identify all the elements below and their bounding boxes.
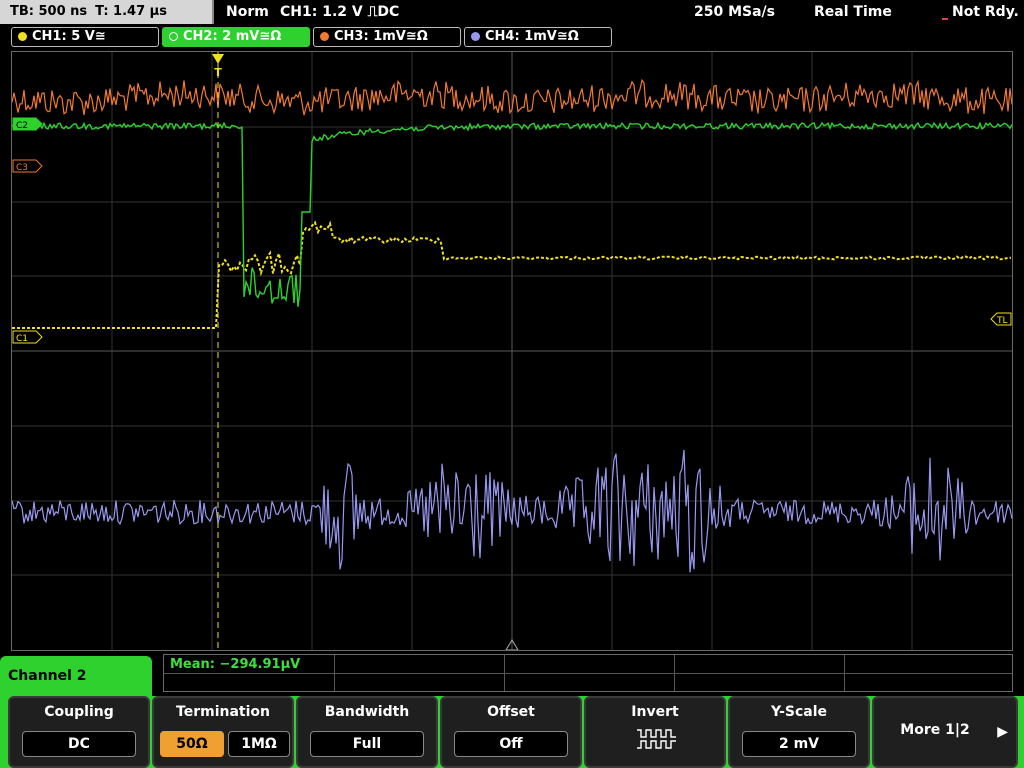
tab-ch3[interactable]: CH3: 1mV≅Ω bbox=[313, 27, 461, 47]
measurement-divider bbox=[504, 655, 505, 691]
waveform-svg: T C3 C2 C1 TL bbox=[12, 52, 1012, 650]
trigger-time-label: T: 1.47 µs bbox=[95, 4, 167, 19]
c2-marker[interactable]: C2 bbox=[12, 117, 43, 131]
yscale-title: Y-Scale bbox=[770, 704, 827, 720]
tab-ch2[interactable]: CH2: 2 mV≅Ω bbox=[162, 27, 310, 47]
status-bar: TB: 500 ns T: 1.47 µs Norm CH1: 1.2 V ⎍DC… bbox=[0, 0, 1024, 24]
measurement-divider bbox=[164, 673, 1012, 674]
ch2-color-icon bbox=[169, 32, 178, 41]
trigger-marker-icon[interactable]: T bbox=[212, 54, 224, 79]
sample-rate: 250 MSa/s bbox=[694, 4, 776, 20]
invert-title: Invert bbox=[631, 704, 679, 720]
tab-ch4[interactable]: CH4: 1mV≅Ω bbox=[464, 27, 612, 47]
waveform-display[interactable]: T C3 C2 C1 TL bbox=[11, 51, 1013, 651]
measurement-divider bbox=[334, 655, 335, 691]
invert-waveform-icon bbox=[637, 729, 676, 749]
termination-title: Termination bbox=[176, 704, 270, 720]
chevron-right-icon: ▶ bbox=[997, 724, 1008, 740]
c1-marker[interactable]: C1 bbox=[12, 330, 43, 344]
ch3-color-icon bbox=[320, 32, 329, 41]
termination-50ohm-button[interactable]: 50Ω bbox=[160, 731, 224, 757]
ch4-color-icon bbox=[471, 32, 480, 41]
c1-marker-label: C1 bbox=[16, 334, 28, 344]
bandwidth-title: Bandwidth bbox=[324, 704, 410, 720]
coupling-softkey[interactable]: Coupling DC bbox=[8, 696, 150, 768]
tl-marker[interactable]: TL bbox=[990, 312, 1012, 326]
yscale-value: 2 mV bbox=[742, 731, 856, 757]
termination-softkey[interactable]: Termination 50Ω 1MΩ bbox=[152, 696, 294, 768]
bandwidth-softkey[interactable]: Bandwidth Full bbox=[296, 696, 438, 768]
invert-softkey[interactable]: Invert bbox=[584, 696, 726, 768]
tab-ch2-label: CH2: 2 mV≅Ω bbox=[183, 29, 282, 44]
timebase-box[interactable]: TB: 500 ns T: 1.47 µs bbox=[0, 0, 214, 24]
ch1-color-icon bbox=[18, 32, 27, 41]
offset-value: Off bbox=[454, 731, 568, 757]
tab-ch1-label: CH1: 5 V≅ bbox=[32, 29, 106, 44]
tab-ch4-label: CH4: 1mV≅Ω bbox=[485, 29, 579, 44]
timebase-label: TB: 500 ns bbox=[10, 4, 88, 19]
coupling-title: Coupling bbox=[44, 704, 114, 720]
trigger-info[interactable]: CH1: 1.2 V ⎍DC bbox=[280, 0, 399, 24]
trigger-mode[interactable]: Norm bbox=[226, 0, 269, 24]
channel-panel-title: Channel 2 bbox=[0, 656, 152, 696]
bandwidth-value: Full bbox=[310, 731, 424, 757]
measurement-box: Mean: −294.91µV bbox=[163, 654, 1013, 692]
termination-1mohm-button[interactable]: 1MΩ bbox=[228, 731, 290, 757]
offset-softkey[interactable]: Offset Off bbox=[440, 696, 582, 768]
coupling-value: DC bbox=[22, 731, 136, 757]
measurement-divider bbox=[674, 655, 675, 691]
softkey-bar: Coupling DC Termination 50Ω 1MΩ Bandwidt… bbox=[0, 696, 1024, 768]
more-softkey[interactable]: More 1|2 ▶ bbox=[872, 696, 1018, 768]
graticule bbox=[12, 52, 1012, 650]
c2-marker-label: C2 bbox=[16, 121, 28, 131]
yscale-softkey[interactable]: Y-Scale 2 mV bbox=[728, 696, 870, 768]
c3-marker[interactable]: C3 bbox=[12, 159, 43, 173]
tab-ch3-label: CH3: 1mV≅Ω bbox=[334, 29, 428, 44]
more-label: More 1|2 bbox=[900, 722, 970, 738]
offset-title: Offset bbox=[487, 704, 535, 720]
trigger-marker-label: T bbox=[214, 66, 222, 79]
acquire-mode: Real Time bbox=[814, 4, 892, 20]
measurement-divider bbox=[844, 655, 845, 691]
c3-marker-label: C3 bbox=[16, 163, 28, 173]
ready-state: Not Rdy. bbox=[952, 4, 1019, 20]
ready-indicator-dot bbox=[942, 18, 948, 20]
mean-measurement: Mean: −294.91µV bbox=[170, 657, 301, 672]
tab-ch1[interactable]: CH1: 5 V≅ bbox=[11, 27, 159, 47]
tl-marker-label: TL bbox=[996, 316, 1008, 326]
